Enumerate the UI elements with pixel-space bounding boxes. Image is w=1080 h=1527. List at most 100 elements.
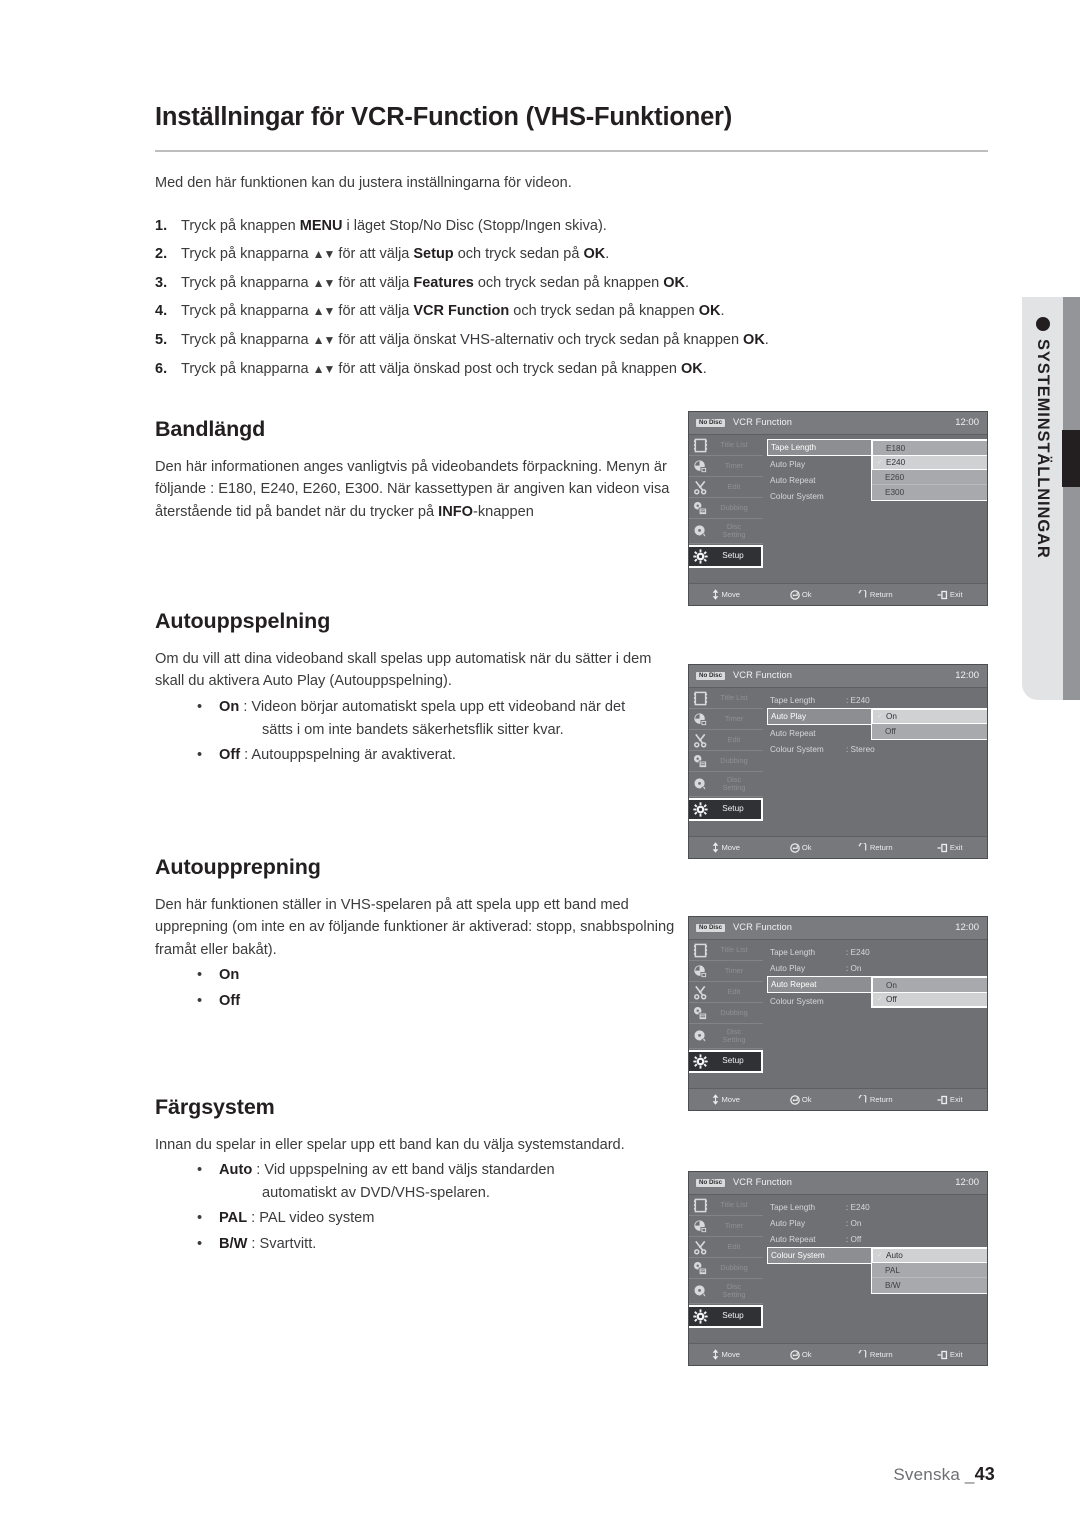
osd-footer-hints: Move Ok Return Exit — [689, 836, 987, 858]
osd-nav-item-edit[interactable]: Edit — [689, 477, 763, 498]
osd-nav-item-timer[interactable]: Timer — [689, 961, 763, 982]
osd-option-item[interactable]: ✓ Off — [872, 992, 987, 1007]
osd-setting-row[interactable]: Tape Length: E240 — [767, 692, 985, 708]
return-arrow-icon — [858, 842, 868, 853]
osd-nav-item-dubbing[interactable]: Dubbing — [689, 751, 763, 772]
osd-option-item[interactable]: E300 — [872, 485, 987, 500]
osd-hint-label: Return — [869, 590, 893, 599]
bullet-dot-icon — [1035, 317, 1050, 331]
osd-setting-name: Colour System — [771, 1251, 825, 1260]
osd-hint-exit: Exit — [913, 843, 988, 853]
osd-nav-item-title-list[interactable]: Title List — [689, 940, 763, 961]
osd-nav-item-disc-setting[interactable]: Disc Setting — [689, 1024, 763, 1049]
osd-hint-label: Ok — [801, 1095, 812, 1104]
osd-setting-name: Auto Play — [770, 459, 806, 469]
osd-nav: Title List Timer Edit Dubbing Disc Setting Set… — [689, 435, 763, 583]
osd-option-item[interactable]: E260 — [872, 470, 987, 485]
osd-hint-ok: Ok — [764, 589, 839, 600]
osd-option-item[interactable]: On — [872, 977, 987, 992]
osd-hint-label: Move — [721, 590, 741, 599]
osd-nav-item-disc-setting[interactable]: Disc Setting — [689, 519, 763, 544]
osd-option-item[interactable]: E180 — [872, 440, 987, 455]
exit-icon — [937, 590, 948, 600]
intro-paragraph: Med den här funktionen kan du justera in… — [155, 174, 572, 191]
osd-option-item[interactable]: ✓ E240 — [872, 455, 987, 470]
osd-setting-row[interactable]: Tape Length: E240 — [767, 944, 985, 960]
osd-nav-item-label: Dubbing — [720, 1008, 748, 1018]
osd-option-dropdown[interactable]: ✓ Auto PAL B/W — [871, 1247, 987, 1294]
step-item: 3. Tryck på knapparna ▲▼ för att välja Fe… — [155, 269, 995, 298]
osd-option-item[interactable]: ✓ Auto — [872, 1248, 987, 1263]
osd-hint-label: Exit — [949, 843, 963, 852]
osd-nav-item-edit[interactable]: Edit — [689, 1237, 763, 1258]
osd-nav-item-label: Setup — [722, 804, 744, 814]
osd-setting-row[interactable]: Colour System — [767, 1247, 871, 1264]
step-text: Tryck på knapparna ▲▼ för att välja Feat… — [181, 274, 690, 291]
osd-nav-item-setup[interactable]: Setup — [689, 1305, 763, 1328]
osd-nav-item-timer[interactable]: Timer — [689, 456, 763, 477]
title-divider — [155, 149, 988, 152]
osd-hint-label: Return — [869, 843, 893, 852]
osd-setting-row[interactable]: Auto Repeat: Off — [767, 1231, 985, 1247]
osd-hint-return: Return — [838, 1349, 913, 1360]
osd-nav-item-edit[interactable]: Edit — [689, 982, 763, 1003]
chapter-tab-panel: SYSTEMINSTÄLLNINGAR — [1022, 297, 1063, 700]
chapter-tab-label: SYSTEMINSTÄLLNINGAR — [1034, 339, 1052, 559]
osd-setting-value: : E240 — [846, 947, 870, 957]
osd-hint-exit: Exit — [913, 1350, 988, 1360]
osd-setting-row[interactable]: Auto Play — [767, 708, 871, 725]
osd-option-item[interactable]: ✓ On — [872, 709, 987, 724]
osd-nav-item-edit[interactable]: Edit — [689, 730, 763, 751]
osd-setting-row[interactable]: Auto Play: On — [767, 960, 985, 976]
osd-nav-item-title-list[interactable]: Title List — [689, 435, 763, 456]
osd-nav-item-timer[interactable]: Timer — [689, 709, 763, 730]
osd-nav: Title List Timer Edit Dubbing Disc Setting Set… — [689, 940, 763, 1088]
osd-option-dropdown[interactable]: ✓ On Off — [871, 708, 987, 740]
osd-option-item[interactable]: B/W — [872, 1278, 987, 1293]
step-item: 4. Tryck på knapparna ▲▼ för att välja VC… — [155, 297, 995, 326]
osd-hint-label: Move — [721, 1350, 741, 1359]
osd-hint-return: Return — [838, 1094, 913, 1105]
osd-setting-row[interactable]: Tape Length — [767, 439, 871, 456]
dubbing-icon — [692, 753, 709, 770]
osd-nav-item-title-list[interactable]: Title List — [689, 688, 763, 709]
osd-option-dropdown[interactable]: On ✓ Off — [871, 976, 987, 1008]
osd-nav-item-setup[interactable]: Setup — [689, 798, 763, 821]
osd-hint-move: Move — [689, 589, 764, 600]
osd-nav-item-title-list[interactable]: Title List — [689, 1195, 763, 1216]
section-body: Den här informationen anges vanligtvis p… — [155, 459, 670, 520]
osd-setting-value: : Off — [846, 1234, 862, 1244]
osd-nav-item-dubbing[interactable]: Dubbing — [689, 1003, 763, 1024]
enter-key-icon — [790, 842, 800, 853]
osd-setting-row[interactable]: Tape Length: E240 — [767, 1199, 985, 1215]
section-body: Den här funktionen ställer in VHS-spelar… — [155, 897, 675, 958]
osd-option-dropdown[interactable]: E180 ✓ E240 E260 E300 — [871, 439, 987, 501]
exit-icon — [937, 1095, 948, 1105]
osd-nav-item-dubbing[interactable]: Dubbing — [689, 1258, 763, 1279]
osd-option-item[interactable]: Off — [872, 724, 987, 739]
osd-setting-row[interactable]: Colour System: Stereo — [767, 741, 985, 757]
osd-nav-item-setup[interactable]: Setup — [689, 545, 763, 568]
osd-setting-row[interactable]: Auto Play: On — [767, 1215, 985, 1231]
osd-nav: Title List Timer Edit Dubbing Disc Setting Set… — [689, 688, 763, 836]
footer-language: Svenska _ — [893, 1465, 975, 1484]
osd-nav-item-setup[interactable]: Setup — [689, 1050, 763, 1073]
osd-nav-item-label: Title List — [720, 440, 748, 450]
osd-nav-item-dubbing[interactable]: Dubbing — [689, 498, 763, 519]
osd-setting-row[interactable]: Auto Repeat — [767, 976, 871, 993]
chapter-tab-bar — [1062, 297, 1080, 700]
osd-option-label: PAL — [885, 1265, 900, 1275]
osd-option-item[interactable]: PAL — [872, 1263, 987, 1278]
osd-hint-return: Return — [838, 842, 913, 853]
osd-hint-move: Move — [689, 842, 764, 853]
osd-hint-move: Move — [689, 1094, 764, 1105]
osd-nav-item-label: Timer — [724, 714, 744, 724]
osd-nav-item-disc-setting[interactable]: Disc Setting — [689, 1279, 763, 1304]
osd-setting-name: Colour System — [770, 744, 824, 754]
page-title: Inställningar för VCR-Function (VHS-Funk… — [155, 103, 733, 132]
osd-nav-item-disc-setting[interactable]: Disc Setting — [689, 772, 763, 797]
scissors-icon — [692, 732, 709, 749]
osd-nav-item-timer[interactable]: Timer — [689, 1216, 763, 1237]
chapter-tab-active-marker — [1062, 430, 1080, 487]
bullet-dot-icon: • — [197, 992, 203, 1009]
